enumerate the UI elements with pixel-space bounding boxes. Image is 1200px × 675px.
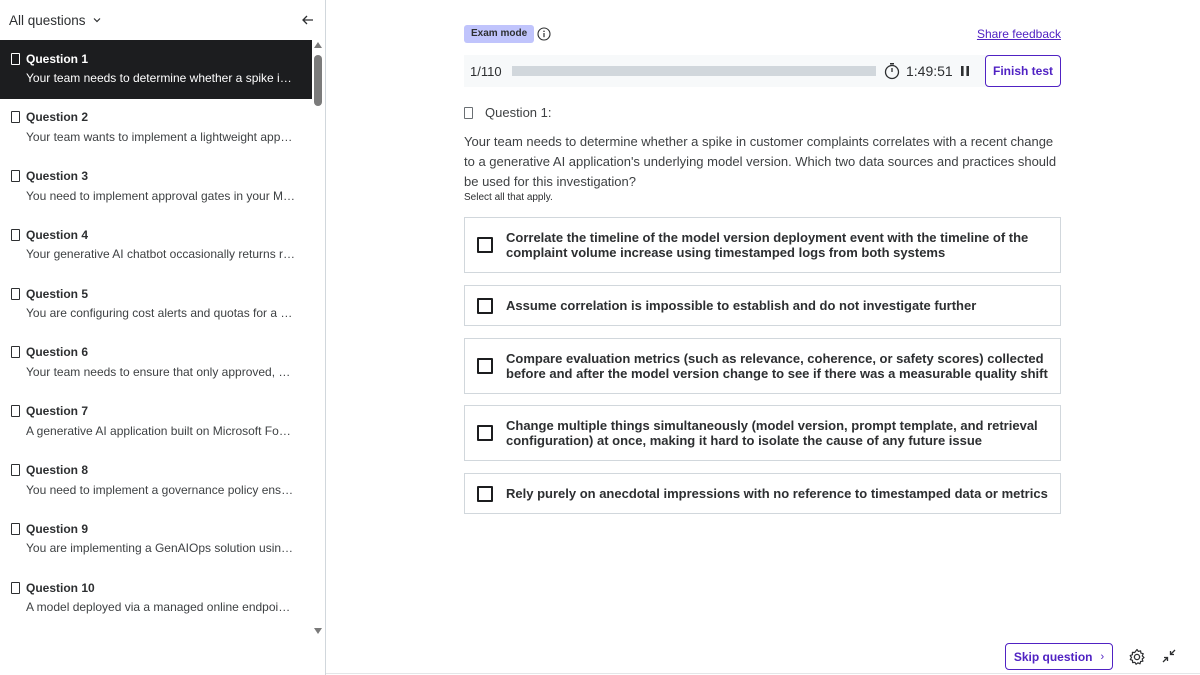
question-list-item[interactable]: Question 8 You need to implement a gover… <box>0 452 312 511</box>
bookmark-icon[interactable] <box>11 405 20 418</box>
option-checkbox[interactable] <box>477 358 493 374</box>
answer-option[interactable]: Compare evaluation metrics (such as rele… <box>464 338 1061 394</box>
footer-divider <box>326 673 1200 674</box>
select-all-hint: Select all that apply. <box>464 192 553 203</box>
option-checkbox[interactable] <box>477 425 493 441</box>
question-item-preview: You need to implement a governance polic… <box>26 482 296 497</box>
option-checkbox[interactable] <box>477 485 493 502</box>
progress-bar-row: 1/110 1:49:51 <box>464 55 1060 87</box>
question-item-label: Question 7 <box>26 404 89 419</box>
question-list-item[interactable]: Question 10 A model deployed via a manag… <box>0 569 312 628</box>
question-list-item[interactable]: Question 7 A generative AI application b… <box>0 393 312 452</box>
progress-count: 1/110 <box>470 64 502 79</box>
timer-display: 1:49:51 <box>906 63 953 79</box>
question-heading: Question 1: <box>464 105 552 120</box>
question-item-preview: Your generative AI chatbot occasionally … <box>26 247 296 262</box>
bookmark-icon[interactable] <box>11 581 20 594</box>
skip-question-button[interactable]: Skip question › <box>1005 643 1113 670</box>
question-list-item[interactable]: Question 9 You are implementing a GenAIO… <box>0 510 312 569</box>
question-list-item[interactable]: Question 3 You need to implement approva… <box>0 158 312 217</box>
gear-icon[interactable] <box>1128 648 1146 666</box>
option-text: Assume correlation is impossible to esta… <box>506 298 977 313</box>
bookmark-icon[interactable] <box>11 170 20 183</box>
question-item-label: Question 8 <box>26 463 89 478</box>
bookmark-icon[interactable] <box>11 522 20 535</box>
question-list-item[interactable]: Question 1 Your team needs to determine … <box>0 40 312 99</box>
option-checkbox[interactable] <box>477 297 493 314</box>
question-item-label: Question 3 <box>26 169 89 184</box>
option-text: Correlate the timeline of the model vers… <box>506 230 1029 260</box>
bookmark-icon[interactable] <box>11 111 20 124</box>
question-item-label: Question 6 <box>26 345 89 360</box>
sidebar-scrollbar[interactable] <box>312 40 325 636</box>
bookmark-icon[interactable] <box>11 464 20 477</box>
answer-option[interactable]: Change multiple things simultaneously (m… <box>464 405 1061 461</box>
option-text: Compare evaluation metrics (such as rele… <box>506 351 1048 381</box>
scroll-up-icon[interactable] <box>314 42 322 48</box>
question-sidebar: All questions Question 1 Your team needs… <box>0 0 326 675</box>
question-item-label: Question 5 <box>26 286 89 301</box>
question-list-item[interactable]: Question 6 Your team needs to ensure tha… <box>0 334 312 393</box>
exam-mode-badge: Exam mode <box>464 25 535 43</box>
option-text: Change multiple things simultaneously (m… <box>506 418 1038 448</box>
question-item-preview: A generative AI application built on Mic… <box>26 423 296 438</box>
question-item-preview: Your team needs to determine whether a s… <box>26 71 296 85</box>
answer-option[interactable]: Assume correlation is impossible to esta… <box>464 285 1061 326</box>
question-item-preview: You are configuring cost alerts and quot… <box>26 306 296 321</box>
skip-question-label: Skip question <box>1013 649 1093 664</box>
all-questions-dropdown[interactable]: All questions <box>9 13 102 28</box>
option-checkbox[interactable] <box>477 237 493 253</box>
question-item-preview: You need to implement approval gates in … <box>26 188 296 203</box>
stopwatch-icon <box>884 63 900 80</box>
bookmark-icon[interactable] <box>11 287 20 300</box>
question-list-item[interactable]: Question 5 You are configuring cost aler… <box>0 275 312 334</box>
scroll-down-icon[interactable] <box>314 628 322 634</box>
question-panel: Exam mode Share feedback 1/110 1:49:51 F… <box>326 0 1200 675</box>
pause-icon[interactable] <box>959 65 971 77</box>
question-item-label: Question 4 <box>26 227 89 242</box>
option-text: Rely purely on anecdotal impressions wit… <box>506 486 1048 501</box>
share-feedback-link[interactable]: Share feedback <box>977 27 1061 41</box>
sidebar-header: All questions <box>0 0 325 40</box>
question-item-preview: Your team wants to implement a lightweig… <box>26 129 296 144</box>
finish-test-button[interactable]: Finish test <box>985 55 1061 87</box>
sidebar-title: All questions <box>9 12 86 28</box>
bookmark-icon[interactable] <box>11 346 20 359</box>
arrow-left-icon[interactable] <box>301 13 315 27</box>
question-item-label: Question 10 <box>26 580 95 595</box>
bookmark-icon[interactable] <box>11 228 20 241</box>
answer-option[interactable]: Rely purely on anecdotal impressions wit… <box>464 473 1061 514</box>
question-text: Your team needs to determine whether a s… <box>464 134 1057 189</box>
question-number-label: Question 1: <box>485 105 552 120</box>
question-item-preview: Your team needs to ensure that only appr… <box>26 364 296 379</box>
question-list-item[interactable]: Question 4 Your generative AI chatbot oc… <box>0 216 312 275</box>
chevron-right-icon: › <box>1100 650 1105 663</box>
question-item-preview: A model deployed via a managed online en… <box>26 600 296 615</box>
answer-option[interactable]: Correlate the timeline of the model vers… <box>464 217 1061 273</box>
info-icon[interactable] <box>537 27 551 41</box>
question-list: Question 1 Your team needs to determine … <box>0 40 312 636</box>
chevron-down-icon <box>93 18 100 23</box>
question-item-label: Question 1 <box>26 51 89 66</box>
progress-bar <box>512 66 876 76</box>
bookmark-icon[interactable] <box>11 52 20 65</box>
question-item-label: Question 2 <box>26 110 89 125</box>
question-list-item[interactable]: Question 2 Your team wants to implement … <box>0 99 312 158</box>
exit-fullscreen-icon[interactable] <box>1162 649 1176 663</box>
question-item-label: Question 9 <box>26 521 89 536</box>
scrollbar-thumb[interactable] <box>314 55 322 106</box>
question-item-preview: You are implementing a GenAIOps solution… <box>26 541 296 556</box>
bookmark-icon[interactable] <box>464 106 473 119</box>
